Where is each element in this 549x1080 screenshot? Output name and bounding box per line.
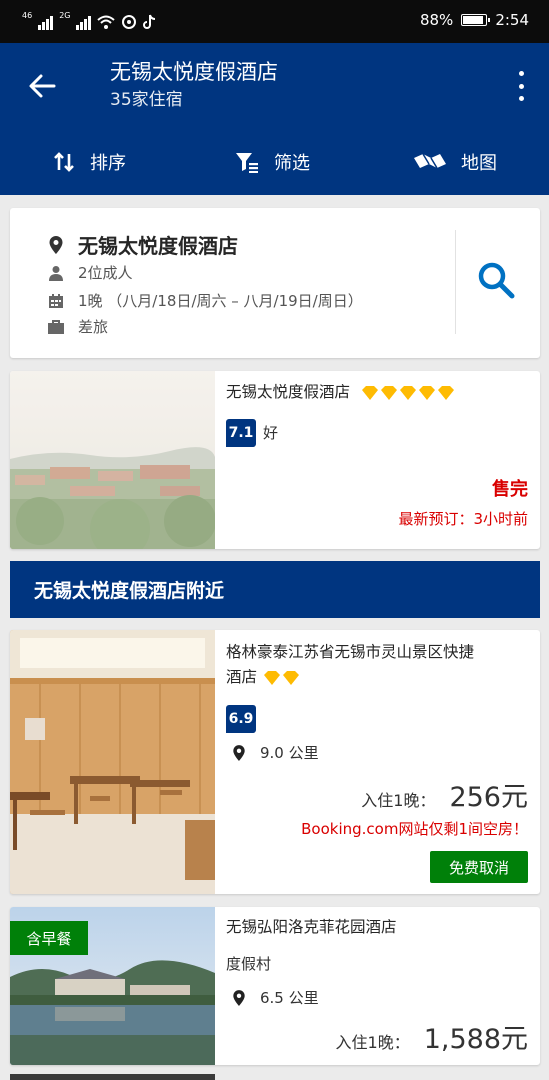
property-count: 35家住宿 (110, 90, 183, 110)
rating-diamond-icon (380, 385, 397, 400)
data-saver-icon (122, 15, 137, 29)
destination-text: 无锡太悦度假酒店 (78, 234, 238, 258)
signal-icon (38, 16, 54, 30)
rating-diamond-icon (399, 385, 416, 400)
back-arrow-icon (29, 74, 56, 98)
results-toolbar: 排序 筛选 地图 (0, 129, 549, 195)
price-row: 入住1晚： 256元 (361, 775, 528, 814)
rating-diamond-icon (264, 670, 281, 685)
sort-label: 排序 (90, 153, 126, 174)
hotel-photo (10, 371, 215, 549)
battery-percent: 88% (419, 11, 454, 29)
trip-type-row: 差旅 (46, 316, 108, 337)
filter-button[interactable]: 筛选 (234, 147, 310, 177)
price-amount: 256元 (449, 782, 528, 813)
price-label: 入住1晚： (335, 1033, 410, 1052)
property-type: 度假村 (226, 955, 272, 973)
sort-button[interactable]: 排序 (52, 147, 126, 177)
review-score-badge: 6.9 (226, 705, 256, 733)
scarcity-message: Booking.com网站仅剩1间空房！ (301, 820, 528, 838)
status-bar: 46 2G 88% 2:54 (0, 0, 549, 43)
guests-row: 2位成人 (46, 262, 133, 283)
location-pin-icon (233, 744, 245, 761)
wifi-icon (97, 15, 116, 29)
map-button[interactable]: 地图 (413, 147, 497, 177)
filter-label: 筛选 (274, 153, 310, 174)
star-rating (263, 670, 300, 685)
hotel-name: 格林豪泰江苏省无锡市灵山景区快捷 酒店 (226, 640, 474, 690)
map-label: 地图 (461, 153, 497, 174)
free-cancellation-badge: 免费取消 (430, 851, 528, 883)
location-pin-icon (233, 989, 245, 1006)
signal-icon-2 (76, 16, 92, 30)
review-score-word: 好 (263, 424, 279, 442)
hotel-photo (10, 630, 215, 894)
last-booked-label: 最新预订：3小时前 (398, 510, 528, 528)
trip-type-text: 差旅 (78, 318, 109, 336)
next-hotel-photo-peek (10, 1074, 215, 1080)
breakfast-included-badge: 含早餐 (10, 921, 88, 955)
price-amount: 1,588元 (423, 1024, 528, 1055)
distance-text: 6.5 公里 (260, 989, 319, 1007)
hotel-name-line1: 格林豪泰江苏省无锡市灵山景区快捷 (226, 643, 475, 661)
star-rating (361, 385, 455, 400)
filter-icon (236, 153, 258, 173)
hotel-card[interactable]: 格林豪泰江苏省无锡市灵山景区快捷 酒店 6.9 9.0 公里 入住1晚： 256… (10, 630, 540, 894)
dates-row: 1晚 （八月/18日/周六 – 八月/19日/周日） (46, 290, 363, 311)
back-button[interactable] (24, 68, 60, 104)
calendar-icon (49, 293, 63, 308)
distance-text: 9.0 公里 (260, 744, 319, 762)
page-title: 无锡太悦度假酒店 (110, 60, 278, 84)
rating-diamond-icon (437, 385, 454, 400)
map-icon (414, 153, 446, 169)
search-summary-card[interactable]: 无锡太悦度假酒店 2位成人 1晚 （八月/18日/周六 – 八月/19日/周日）… (10, 208, 540, 358)
search-button[interactable] (476, 260, 520, 304)
review-score-badge: 7.1 (226, 419, 256, 447)
hotel-card-featured[interactable]: 无锡太悦度假酒店 7.1 好 售完 最新预订：3小时前 (10, 371, 540, 549)
more-vert-icon (518, 71, 524, 76)
location-pin-icon (49, 235, 63, 254)
app-bar: 无锡太悦度假酒店 35家住宿 (0, 43, 549, 129)
briefcase-icon (48, 319, 64, 334)
price-row: 入住1晚： 1,588元 (336, 1017, 528, 1056)
destination-row: 无锡太悦度假酒店 (46, 230, 238, 259)
divider (455, 230, 456, 334)
hotel-card[interactable]: 含早餐 无锡弘阳洛克菲花园酒店 度假村 6.5 公里 入住1晚： 1,588元 (10, 907, 540, 1065)
hotel-name-line2: 酒店 (226, 668, 258, 686)
hotel-name-text: 无锡太悦度假酒店 (226, 383, 351, 401)
person-icon (49, 265, 63, 281)
sort-icon (54, 152, 74, 172)
rating-diamond-icon (418, 385, 435, 400)
price-label: 入住1晚： (361, 791, 436, 810)
rating-diamond-icon (361, 385, 378, 400)
distance-row: 9.0 公里 (232, 742, 319, 763)
clock: 2:54 (495, 11, 529, 29)
network-type-1: 46 (22, 11, 33, 20)
network-type-2: 2G (59, 11, 71, 20)
guests-text: 2位成人 (78, 264, 133, 282)
hotel-name: 无锡太悦度假酒店 (226, 380, 455, 405)
more-options-button[interactable] (517, 71, 525, 101)
sold-out-label: 售完 (492, 479, 528, 500)
hotel-name: 无锡弘阳洛克菲花园酒店 (226, 918, 397, 936)
distance-row: 6.5 公里 (232, 987, 319, 1008)
nearby-section-header: 无锡太悦度假酒店附近 (10, 561, 540, 618)
tiktok-icon (143, 14, 156, 29)
search-icon (478, 262, 515, 299)
dates-text: 1晚 （八月/18日/周六 – 八月/19日/周日） (78, 292, 363, 310)
battery-icon (461, 14, 491, 26)
rating-diamond-icon (283, 670, 300, 685)
